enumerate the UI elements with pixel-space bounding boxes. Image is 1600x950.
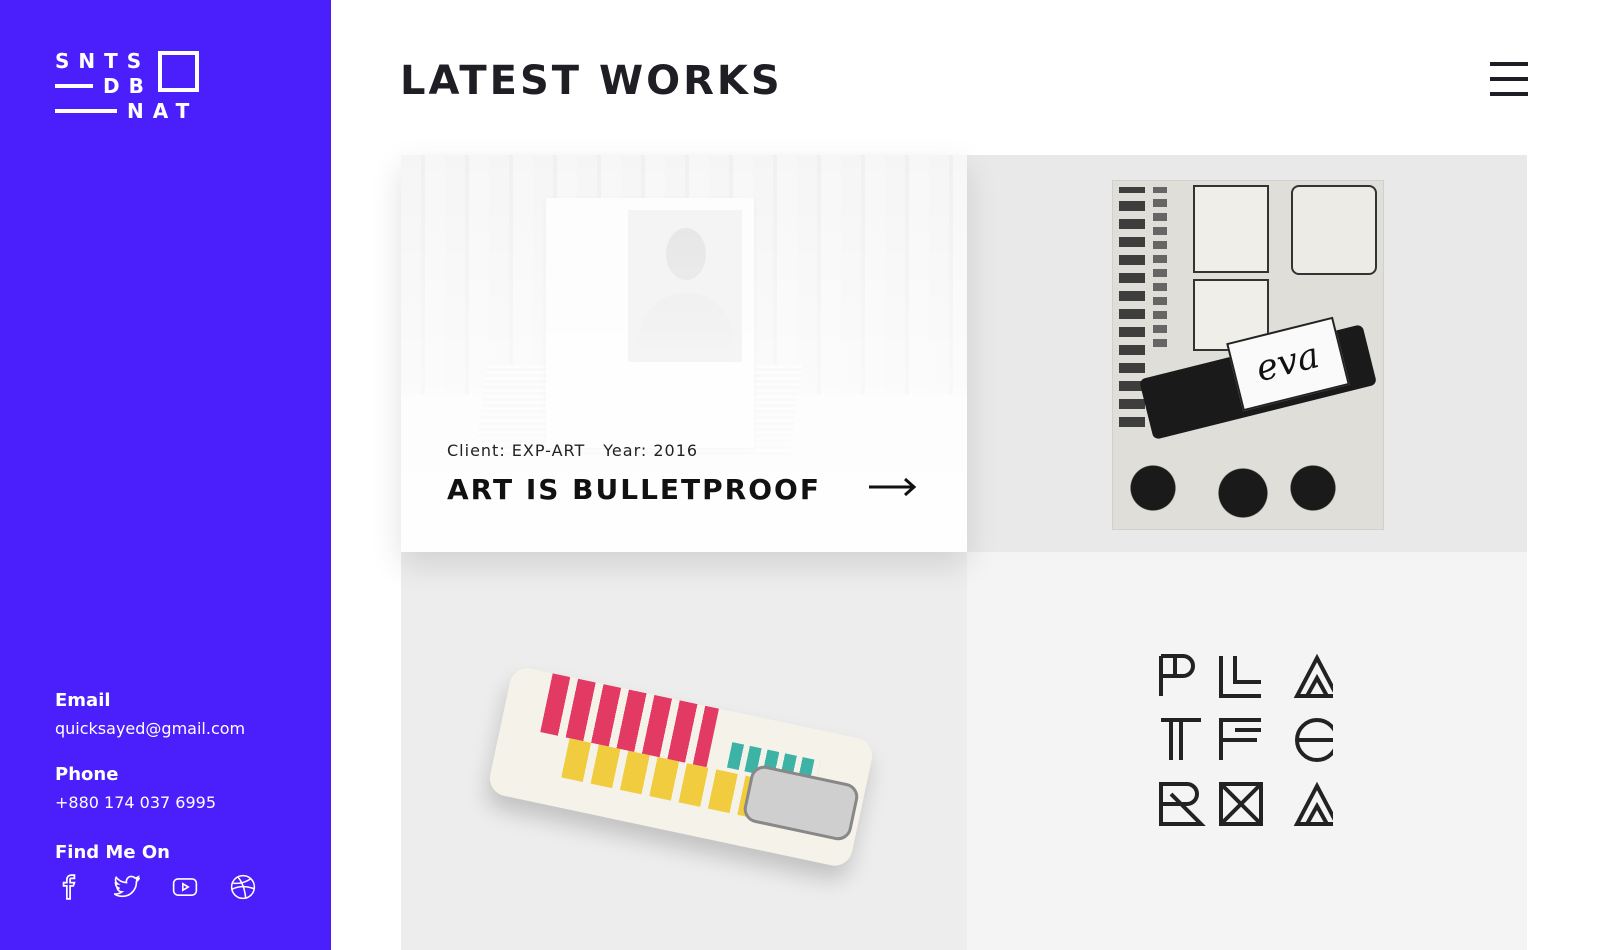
work-client: Client: EXP-ART <box>447 441 586 460</box>
poster-faces-illustration <box>1113 443 1383 529</box>
work-year: Year: 2016 <box>603 441 699 460</box>
poster-box-illustration <box>1193 185 1269 273</box>
contact-email: Email quicksayed@gmail.com <box>55 690 245 740</box>
phone-link[interactable]: +880 174 037 6995 <box>55 792 216 814</box>
platforma-logo-image <box>1159 653 1333 826</box>
work-title[interactable]: ART IS BULLETPROOF <box>447 473 821 506</box>
social-links <box>55 873 257 901</box>
arrow-right-icon[interactable] <box>869 475 917 499</box>
work-card-poster[interactable]: eva <box>967 155 1527 552</box>
youtube-icon[interactable] <box>171 873 199 901</box>
find-me-on-label: Find Me On <box>55 842 170 863</box>
email-label: Email <box>55 690 111 711</box>
works-grid: Client: EXP-ART Year: 2016 ART IS BULLET… <box>401 155 1527 950</box>
phone-label: Phone <box>55 764 119 785</box>
logo-line-2: DB <box>103 74 153 98</box>
hamburger-bar <box>1490 92 1528 96</box>
logo-line-3: NAT <box>127 99 199 123</box>
email-link[interactable]: quicksayed@gmail.com <box>55 718 245 740</box>
work-card-typography[interactable] <box>967 552 1527 950</box>
logo-line-1: SNTS <box>55 49 151 73</box>
contact-phone: Phone +880 174 037 6995 <box>55 764 216 814</box>
hamburger-bar <box>1490 62 1528 66</box>
phone-case-image <box>486 664 876 870</box>
hamburger-menu-icon[interactable] <box>1490 62 1528 96</box>
dribbble-icon[interactable] <box>229 873 257 901</box>
twitter-icon[interactable] <box>113 873 141 901</box>
find-me-on: Find Me On <box>55 842 170 864</box>
logo-square <box>158 51 199 92</box>
work-card-phone-case[interactable] <box>401 552 967 950</box>
logo-dash <box>55 84 93 88</box>
work-card-featured[interactable]: Client: EXP-ART Year: 2016 ART IS BULLET… <box>401 155 967 552</box>
vintage-poster-image: eva <box>1112 180 1384 530</box>
hamburger-bar <box>1490 77 1528 81</box>
logo[interactable]: SNTS DB NAT <box>55 50 200 122</box>
logo-dash <box>55 109 117 113</box>
work-meta: Client: EXP-ART Year: 2016 <box>447 441 698 460</box>
sidebar: SNTS DB NAT Email quicksayed@gmail.com P… <box>0 0 331 950</box>
poster-vertical-text <box>1153 187 1167 347</box>
poster-can-illustration <box>1291 185 1377 275</box>
facebook-icon[interactable] <box>55 873 83 901</box>
page-title: LATEST WORKS <box>400 58 783 104</box>
